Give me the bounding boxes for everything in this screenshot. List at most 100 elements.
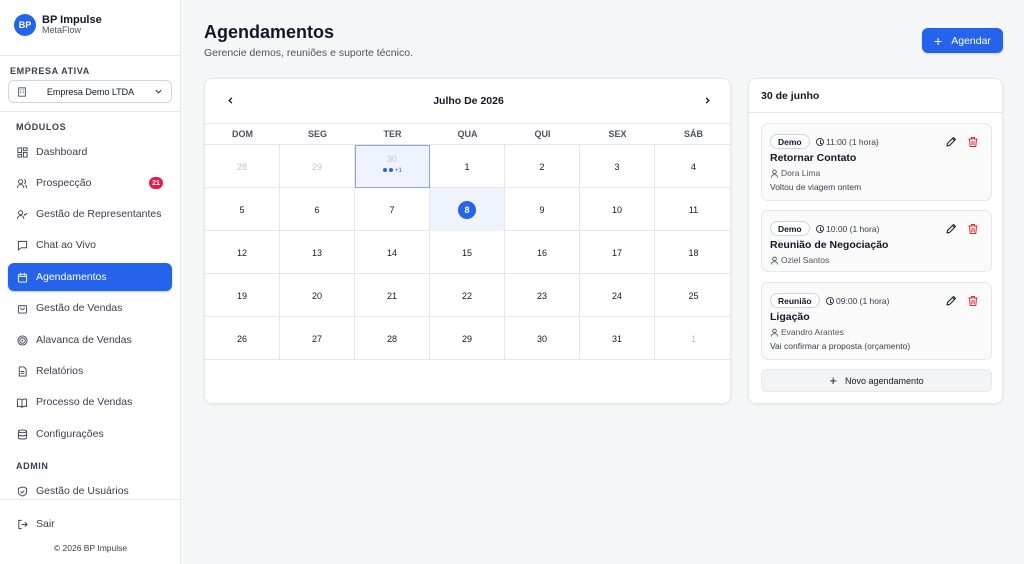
next-month-button[interactable] xyxy=(699,92,715,108)
edit-button[interactable] xyxy=(945,294,957,306)
brand-subtitle: MetaFlow xyxy=(42,25,82,36)
calendar-day[interactable]: 3 xyxy=(580,145,655,188)
calendar-day[interactable]: 19 xyxy=(205,274,280,317)
nav-item-label: Relatórios xyxy=(36,365,84,377)
day-number: 16 xyxy=(536,247,547,258)
calendar-day-selected[interactable]: 30 +1 xyxy=(355,145,430,188)
calendar-day-today[interactable]: 8 xyxy=(430,188,505,231)
weekday-label: TER xyxy=(383,129,402,139)
trash-icon xyxy=(968,137,978,147)
calendar-day[interactable]: 9 xyxy=(505,188,580,231)
database-icon xyxy=(16,428,28,440)
appointment-card[interactable]: Demo 10:00 (1 hora) Reunião de Negociaçã… xyxy=(761,210,992,272)
appointment-note: Vai confirmar a proposta (orçamento) xyxy=(770,341,911,351)
plus-icon: + xyxy=(934,32,943,49)
users-icon xyxy=(16,177,28,189)
brand[interactable]: BP BP Impulse MetaFlow xyxy=(14,14,102,36)
nav-item-dashboard[interactable]: Dashboard xyxy=(8,138,172,166)
calendar-day[interactable]: 25 xyxy=(655,274,732,317)
day-number: 29 xyxy=(311,161,322,172)
calendar-day[interactable]: 28 xyxy=(205,145,280,188)
nav-item-configuracoes[interactable]: Configurações xyxy=(8,420,172,448)
edit-button[interactable] xyxy=(945,135,957,147)
calendar-day[interactable]: 13 xyxy=(280,231,355,274)
calendar-day[interactable]: 5 xyxy=(205,188,280,231)
calendar-day[interactable]: 18 xyxy=(655,231,732,274)
file-icon xyxy=(16,365,28,377)
calendar-day[interactable]: 10 xyxy=(580,188,655,231)
nav-item-label: Gestão de Vendas xyxy=(36,302,123,314)
day-number: 29 xyxy=(461,333,472,344)
calendar-icon xyxy=(16,271,28,283)
day-number: 15 xyxy=(461,247,472,258)
chevron-down-icon xyxy=(155,89,162,94)
divider xyxy=(0,55,181,56)
calendar-day[interactable]: 1 xyxy=(430,145,505,188)
calendar-day[interactable]: 17 xyxy=(580,231,655,274)
nav-item-processo[interactable]: Processo de Vendas xyxy=(8,388,172,416)
calendar-day[interactable]: 27 xyxy=(280,317,355,360)
appointment-card[interactable]: Reunião 09:00 (1 hora) Ligação Evandro A… xyxy=(761,282,992,360)
calendar-day[interactable]: 29 xyxy=(430,317,505,360)
calendar-day[interactable]: 23 xyxy=(505,274,580,317)
building-icon xyxy=(18,86,26,97)
calendar-day[interactable]: 4 xyxy=(655,145,732,188)
calendar-day[interactable]: 15 xyxy=(430,231,505,274)
day-number: 28 xyxy=(236,161,247,172)
appointment-type-badge: Demo xyxy=(770,221,810,236)
appointment-card[interactable]: Demo 11:00 (1 hora) Retornar Contato Dor… xyxy=(761,123,992,201)
calendar-day[interactable]: 20 xyxy=(280,274,355,317)
calendar-day[interactable]: 30 xyxy=(505,317,580,360)
day-number: 27 xyxy=(311,333,322,344)
calendar-day[interactable]: 14 xyxy=(355,231,430,274)
new-appointment-label: Novo agendamento xyxy=(845,375,924,386)
calendar-day[interactable]: 29 xyxy=(280,145,355,188)
calendar-day[interactable]: 22 xyxy=(430,274,505,317)
new-appointment-button[interactable]: + Novo agendamento xyxy=(761,369,992,392)
day-number: 14 xyxy=(386,247,397,258)
event-dots: +1 xyxy=(383,168,402,174)
calendar-card: Julho De 2026 DOM SEG TER QUA QUI SEX SÁ… xyxy=(204,78,732,404)
more-events-label: +1 xyxy=(395,168,402,174)
calendar-day[interactable]: 1 xyxy=(655,317,732,360)
nav-item-chat[interactable]: Chat ao Vivo xyxy=(8,231,172,259)
nav-item-alavanca[interactable]: Alavanca de Vendas xyxy=(8,326,172,354)
delete-button[interactable] xyxy=(967,135,979,147)
clock-icon xyxy=(826,297,834,305)
calendar-day[interactable]: 28 xyxy=(355,317,430,360)
day-number: 21 xyxy=(386,290,397,301)
day-number: 30 xyxy=(386,153,397,164)
calendar-week: 28 29 30 +1 1 2 3 4 xyxy=(205,144,732,188)
logout-button[interactable]: Sair xyxy=(8,510,172,538)
delete-button[interactable] xyxy=(967,294,979,306)
day-number: 12 xyxy=(236,247,247,258)
calendar-day[interactable]: 7 xyxy=(355,188,430,231)
calendar-day[interactable]: 12 xyxy=(205,231,280,274)
nav-item-agendamentos[interactable]: Agendamentos xyxy=(8,263,172,291)
calendar-day[interactable]: 11 xyxy=(655,188,732,231)
nav-item-relatorios[interactable]: Relatórios xyxy=(8,357,172,385)
nav-item-representantes[interactable]: Gestão de Representantes xyxy=(8,200,172,228)
calendar-day[interactable]: 31 xyxy=(580,317,655,360)
company-select[interactable]: Empresa Demo LTDA xyxy=(8,80,172,103)
agendar-button[interactable]: + Agendar xyxy=(922,28,1003,53)
nav-item-label: Alavanca de Vendas xyxy=(36,334,132,346)
calendar-day[interactable]: 2 xyxy=(505,145,580,188)
book-icon xyxy=(16,396,28,408)
shield-icon xyxy=(16,485,28,497)
day-number: 26 xyxy=(236,333,247,344)
prev-month-button[interactable] xyxy=(222,92,238,108)
calendar-day[interactable]: 16 xyxy=(505,231,580,274)
calendar-day[interactable]: 21 xyxy=(355,274,430,317)
nav-item-vendas[interactable]: Gestão de Vendas xyxy=(8,294,172,322)
calendar-day[interactable]: 24 xyxy=(580,274,655,317)
weekday-label: SEG xyxy=(307,129,327,139)
appointment-person-name: Dora Lima xyxy=(781,168,821,178)
edit-button[interactable] xyxy=(945,222,957,234)
calendar-day[interactable]: 6 xyxy=(280,188,355,231)
calendar-day[interactable]: 26 xyxy=(205,317,280,360)
delete-button[interactable] xyxy=(967,222,979,234)
nav-item-prospeccao[interactable]: Prospecção 21 xyxy=(8,169,172,197)
nav-item-label: Configurações xyxy=(36,428,104,440)
nav-item-usuarios[interactable]: Gestão de Usuários xyxy=(8,477,172,505)
